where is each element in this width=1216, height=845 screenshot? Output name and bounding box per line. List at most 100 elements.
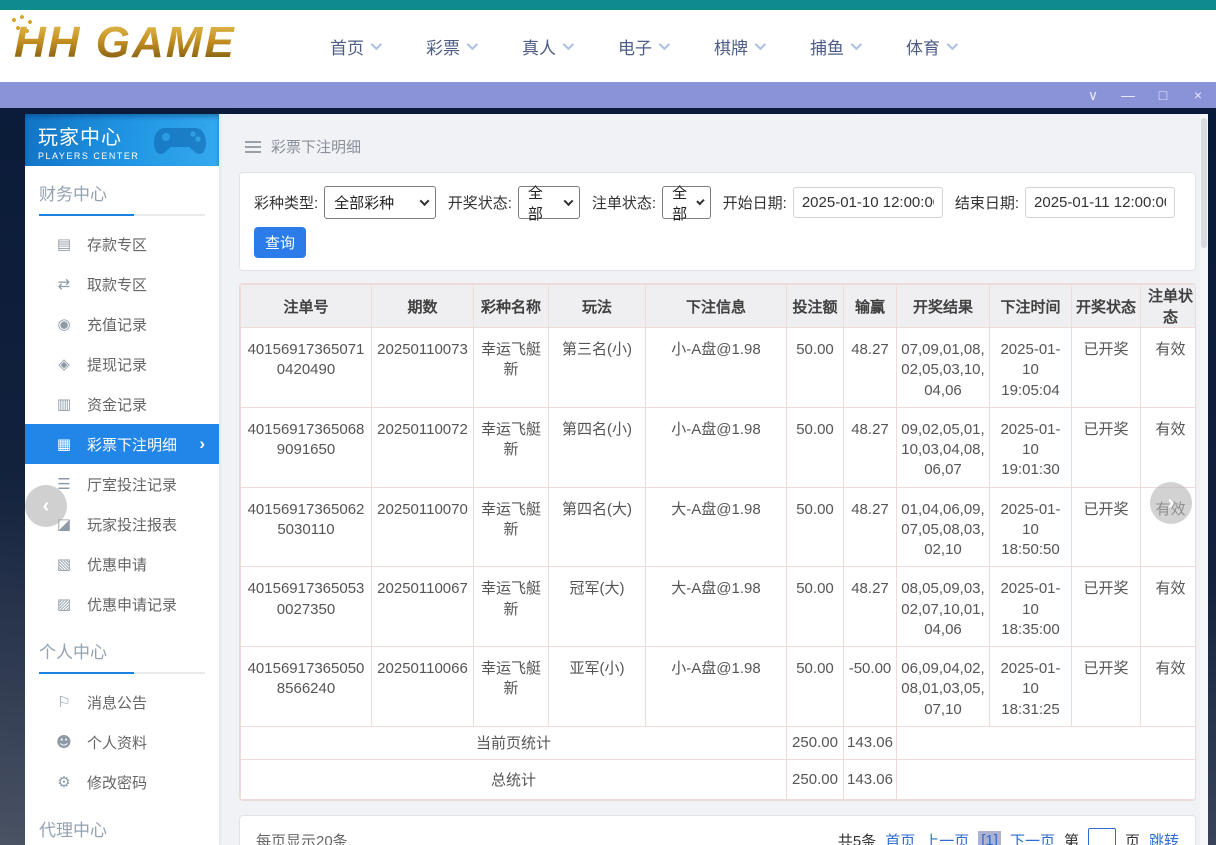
td-draw-status: 已开奖 xyxy=(1072,407,1141,487)
td-order-status: 有效 xyxy=(1141,328,1197,408)
order-status-select[interactable]: 全部 xyxy=(662,186,711,219)
td-issue: 20250110072 xyxy=(372,407,474,487)
section-rule xyxy=(39,214,205,216)
column-header: 下注信息 xyxy=(646,285,787,328)
td-bet-info: 大-A盘@1.98 xyxy=(646,487,787,567)
td-bet-info: 小-A盘@1.98 xyxy=(646,407,787,487)
window-titlebar: ∨ — □ × xyxy=(0,82,1216,108)
bet-detail-table-panel: 注单号 期数 彩种名称 玩法 下注信息 投注额 xyxy=(239,283,1196,801)
td-play-type: 亚军(小) xyxy=(549,647,646,727)
nav-item-label: 捕鱼 xyxy=(810,34,844,59)
funds-record-icon: ▥ xyxy=(55,395,73,413)
td-bet-info: 小-A盘@1.98 xyxy=(646,647,787,727)
td-bet-amount: 50.00 xyxy=(787,487,844,567)
sidebar-item[interactable]: ▧ 优惠申请 xyxy=(25,544,219,584)
withdraw-icon: ⇄ xyxy=(55,275,73,293)
close-icon[interactable]: × xyxy=(1190,82,1206,108)
scrollbar-track xyxy=(1200,114,1208,845)
chevron-down-icon xyxy=(563,39,574,50)
minimize-icon[interactable]: — xyxy=(1120,82,1136,108)
chevron-down-icon xyxy=(659,39,670,50)
td-draw-status: 已开奖 xyxy=(1072,647,1141,727)
td-bet-time: 2025-01-10 19:01:30 xyxy=(990,407,1072,487)
top-accent-bar xyxy=(0,0,1216,10)
order-status-label: 注单状态: xyxy=(592,192,656,213)
column-header: 下注时间 xyxy=(990,285,1072,328)
nav-item[interactable]: 捕鱼 xyxy=(810,34,859,59)
nav-item[interactable]: 电子 xyxy=(618,34,667,59)
window-controls: ∨ — □ × xyxy=(1085,82,1206,108)
td-order-no: 401569173650508566240 xyxy=(241,647,372,727)
column-header: 投注额 xyxy=(787,285,844,328)
nav-item[interactable]: 棋牌 xyxy=(714,34,763,59)
sidebar-item[interactable]: ⚐ 消息公告 xyxy=(25,682,219,722)
draw-status-label: 开奖状态: xyxy=(448,192,512,213)
table-body: 401569173650710420490 20250110073 幸运飞艇新 … xyxy=(241,328,1197,727)
page-stats-empty xyxy=(897,726,1197,759)
total-stats-empty xyxy=(897,759,1197,799)
start-date-input[interactable] xyxy=(793,187,943,218)
td-play-type: 第四名(小) xyxy=(549,407,646,487)
sidebar-item[interactable]: ☻ 个人资料 xyxy=(25,722,219,762)
scrollbar-thumb[interactable] xyxy=(1201,118,1207,248)
end-date-input[interactable] xyxy=(1025,187,1175,218)
td-draw-result: 01,04,06,09,07,05,08,03,02,10 xyxy=(897,487,990,567)
sidebar-item[interactable]: ◈ 提现记录 xyxy=(25,344,219,384)
search-button[interactable]: 查询 xyxy=(254,227,306,258)
td-draw-status: 已开奖 xyxy=(1072,328,1141,408)
pagination-controls: 共5条 首页 上一页 [1] 下一页 第 页 跳转 xyxy=(838,828,1179,845)
td-order-no: 401569173650530027350 xyxy=(241,567,372,647)
column-header: 开奖状态 xyxy=(1072,285,1141,328)
td-play-type: 冠军(大) xyxy=(549,567,646,647)
td-lottery-name: 幸运飞艇新 xyxy=(474,567,549,647)
select-arrow-icon xyxy=(419,196,429,206)
td-lottery-name: 幸运飞艇新 xyxy=(474,328,549,408)
next-page-link[interactable]: 下一页 xyxy=(1010,830,1055,845)
draw-status-select[interactable]: 全部 xyxy=(518,186,580,219)
td-order-no: 401569173650625030110 xyxy=(241,487,372,567)
sidebar-item[interactable]: ⇄ 取款专区 xyxy=(25,264,219,304)
total-stats-row: 总统计 250.00 143.06 xyxy=(241,759,1197,799)
content-shell: 玩家中心 PLAYERS CENTER 财务中心 ▤ 存款专区 xyxy=(25,114,1208,845)
total-stats-bet-total: 250.00 xyxy=(787,759,844,799)
nav-item[interactable]: 体育 xyxy=(906,34,955,59)
nav-item[interactable]: 真人 xyxy=(522,34,571,59)
table-row: 401569173650689091650 20250110072 幸运飞艇新 … xyxy=(241,407,1197,487)
promo-apply-record-icon: ▨ xyxy=(55,595,73,613)
menu-toggle-icon[interactable] xyxy=(245,146,261,148)
nav-item-label: 真人 xyxy=(522,34,556,59)
nav-item[interactable]: 彩票 xyxy=(426,34,475,59)
td-bet-info: 大-A盘@1.98 xyxy=(646,567,787,647)
td-bet-info: 小-A盘@1.98 xyxy=(646,328,787,408)
sidebar-item[interactable]: ◉ 充值记录 xyxy=(25,304,219,344)
pagination-panel: 每页显示20条 共5条 首页 上一页 [1] 下一页 第 页 跳转 xyxy=(239,815,1196,845)
sidebar-item[interactable]: ▦ 彩票下注明细 xyxy=(25,424,219,464)
app-backdrop: 玩家中心 PLAYERS CENTER 财务中心 ▤ 存款专区 xyxy=(0,108,1216,845)
page-number-input[interactable] xyxy=(1088,828,1116,845)
sidebar-item[interactable]: ▨ 优惠申请记录 xyxy=(25,584,219,624)
sidebar-item[interactable]: ▥ 资金记录 xyxy=(25,384,219,424)
nav-item[interactable]: 首页 xyxy=(330,34,379,59)
sidebar-item-label: 优惠申请记录 xyxy=(87,594,177,615)
maximize-icon[interactable]: □ xyxy=(1155,82,1171,108)
sidebar-item-label: 厅室投注记录 xyxy=(87,474,177,495)
nav-item-label: 电子 xyxy=(618,34,652,59)
total-count: 共5条 xyxy=(838,830,876,845)
announcement-icon: ⚐ xyxy=(55,693,73,711)
column-header: 注单状态 xyxy=(1141,285,1197,328)
sidebar-item[interactable]: ▤ 存款专区 xyxy=(25,224,219,264)
sidebar-collapse-button[interactable]: ‹ xyxy=(25,485,67,527)
panel-expand-button[interactable]: › xyxy=(1150,482,1192,524)
lottery-type-select[interactable]: 全部彩种 xyxy=(324,186,436,219)
deposit-icon: ▤ xyxy=(55,235,73,253)
sidebar-item[interactable]: ⚙ 修改密码 xyxy=(25,762,219,802)
jump-suffix-label: 页 xyxy=(1125,830,1140,845)
jump-link[interactable]: 跳转 xyxy=(1149,830,1179,845)
sidebar-item-label: 取款专区 xyxy=(87,274,147,295)
sidebar-item-label: 优惠申请 xyxy=(87,554,147,575)
first-page-link[interactable]: 首页 xyxy=(885,830,915,845)
select-arrow-icon xyxy=(564,196,574,206)
page-stats-bet-total: 250.00 xyxy=(787,726,844,759)
prev-page-link[interactable]: 上一页 xyxy=(924,830,969,845)
dropdown-icon[interactable]: ∨ xyxy=(1085,82,1101,108)
